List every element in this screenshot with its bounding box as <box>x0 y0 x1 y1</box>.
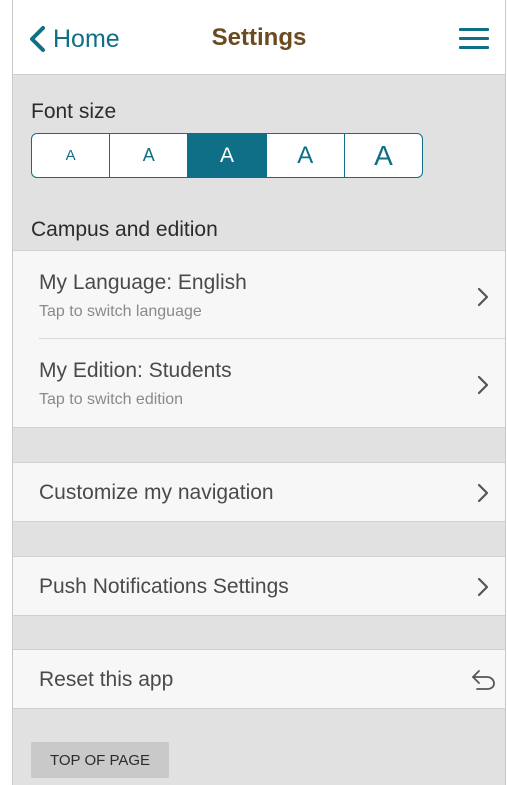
chevron-right-icon <box>477 375 489 395</box>
campus-list: My Language: English Tap to switch langu… <box>13 250 505 428</box>
hamburger-icon[interactable] <box>459 28 489 50</box>
page-title: Settings <box>211 24 307 51</box>
undo-icon <box>469 666 497 692</box>
chevron-right-icon <box>477 577 489 597</box>
settings-page: Home Settings Font size A A A A A Campus… <box>12 0 506 785</box>
screen: Home Settings Font size A A A A A Campus… <box>0 0 507 785</box>
top-bar: Home Settings <box>13 0 505 75</box>
font-size-option-xl[interactable]: A <box>343 134 422 177</box>
language-row[interactable]: My Language: English Tap to switch langu… <box>13 251 505 339</box>
customize-navigation-row[interactable]: Customize my navigation <box>13 462 505 522</box>
chevron-right-icon <box>477 483 489 503</box>
edition-subtitle: Tap to switch edition <box>39 391 184 408</box>
campus-section-label: Campus and edition <box>31 218 218 241</box>
font-size-option-l[interactable]: A <box>265 134 344 177</box>
customize-navigation-label: Customize my navigation <box>39 481 274 504</box>
push-notifications-row[interactable]: Push Notifications Settings <box>13 556 505 616</box>
reset-app-label: Reset this app <box>39 668 174 691</box>
language-subtitle: Tap to switch language <box>39 303 202 320</box>
font-size-option-m[interactable]: A <box>187 134 266 177</box>
edition-row[interactable]: My Edition: Students Tap to switch editi… <box>13 339 505 427</box>
push-notifications-label: Push Notifications Settings <box>39 575 289 598</box>
top-of-page-button[interactable]: TOP OF PAGE <box>31 742 169 778</box>
font-size-option-s[interactable]: A <box>109 134 187 177</box>
font-size-selector: A A A A A <box>31 133 423 178</box>
font-size-option-xs[interactable]: A <box>32 134 109 177</box>
chevron-right-icon <box>477 287 489 307</box>
edition-title: My Edition: Students <box>39 359 232 382</box>
language-title: My Language: English <box>39 271 247 294</box>
font-size-label: Font size <box>31 100 117 123</box>
reset-app-row[interactable]: Reset this app <box>13 649 505 709</box>
